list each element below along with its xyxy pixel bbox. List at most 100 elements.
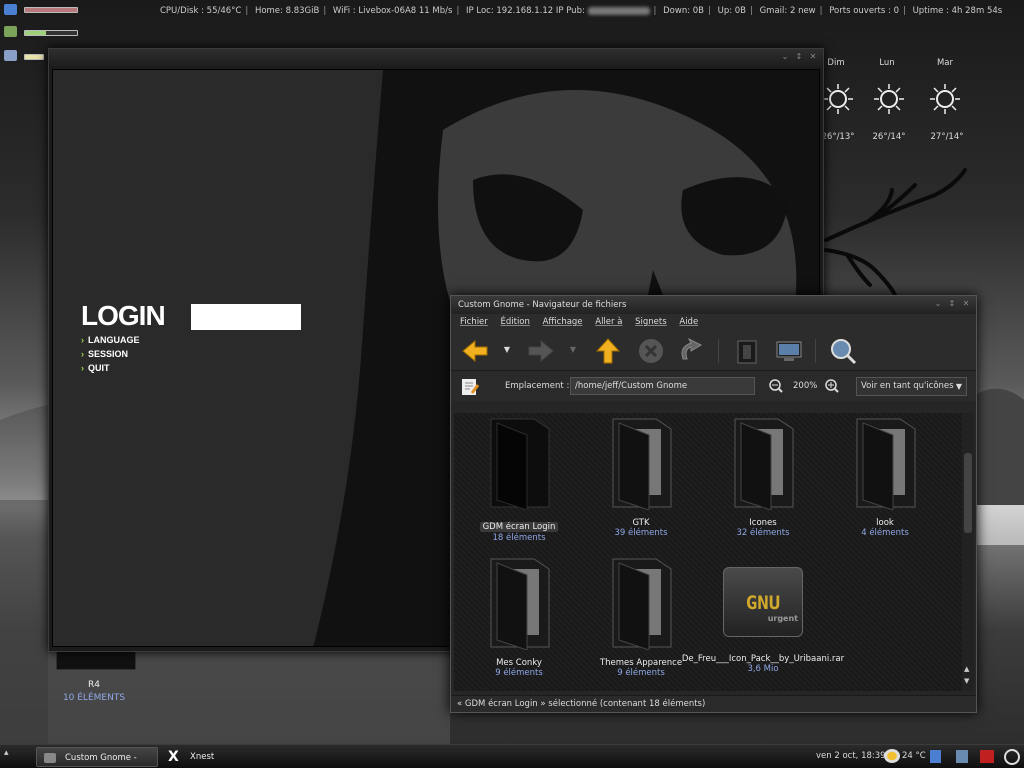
folder-item-look[interactable]: look 4 éléments xyxy=(830,415,940,538)
maximize-button[interactable]: ↕ xyxy=(948,299,956,309)
menu-session-label: SESSION xyxy=(88,349,129,359)
vertical-scrollbar[interactable]: ▲ ▼ xyxy=(962,413,974,691)
dropdown-arrow-icon: ▼ xyxy=(955,382,962,391)
search-icon[interactable] xyxy=(829,337,857,365)
login-input[interactable] xyxy=(191,304,301,330)
disk-meter xyxy=(24,54,44,60)
menu-language[interactable]: › LANGUAGE xyxy=(81,335,140,345)
network-icon[interactable] xyxy=(930,750,941,763)
conky-home: Home: 8.83GiB xyxy=(254,6,320,16)
forward-arrow-icon[interactable] xyxy=(527,337,555,365)
folder-item-icones[interactable]: Icones 32 éléments xyxy=(708,415,818,538)
conky-ports: Ports ouverts : 0 xyxy=(829,6,899,16)
computer-icon xyxy=(4,4,17,15)
minimize-button[interactable]: ⌄ xyxy=(781,52,789,62)
up-arrow-icon[interactable] xyxy=(594,337,622,365)
item-name: look xyxy=(876,518,894,528)
minimize-button[interactable]: ⌄ xyxy=(934,299,942,309)
back-history-dropdown-icon[interactable]: ▼ xyxy=(503,345,511,355)
desktop-folder-label[interactable]: R4 xyxy=(64,680,124,690)
folder-icon xyxy=(734,418,794,511)
location-path-field[interactable]: /home/jeff/Custom Gnome xyxy=(570,377,755,395)
menu-aller[interactable]: Aller à xyxy=(595,317,622,327)
menu-signets[interactable]: Signets xyxy=(635,317,667,327)
view-mode-select[interactable]: Voir en tant qu'icônes ▼ xyxy=(856,377,967,396)
menu-affichage[interactable]: Affichage xyxy=(543,317,583,327)
clock[interactable]: ven 2 oct, 18:39 xyxy=(816,751,886,761)
zoom-in-icon[interactable] xyxy=(825,379,839,393)
scrollbar-thumb[interactable] xyxy=(964,453,972,533)
item-count: 32 éléments xyxy=(736,528,790,538)
forward-history-dropdown-icon[interactable]: ▼ xyxy=(569,345,577,355)
sun-icon xyxy=(930,84,960,114)
conky-gmail: Gmail: 2 new xyxy=(759,6,816,16)
home-folder-icon[interactable] xyxy=(733,337,761,365)
conky-down: Down: 0B xyxy=(663,6,705,16)
stop-icon[interactable] xyxy=(637,337,665,365)
menu-language-label: LANGUAGE xyxy=(88,335,140,345)
item-name: GTK xyxy=(632,518,650,528)
blurred-ip xyxy=(587,6,650,15)
reload-icon[interactable] xyxy=(677,337,705,365)
status-bar: « GDM écran Login » sélectionné (contena… xyxy=(451,695,976,712)
weather-day-3: Mar xyxy=(936,58,954,68)
menu-edition[interactable]: Édition xyxy=(500,317,529,327)
close-button[interactable]: ✕ xyxy=(809,52,817,62)
weather-day-2: Lun xyxy=(879,58,895,68)
folder-item-gdm[interactable]: GDM écran Login 18 éléments xyxy=(464,415,574,543)
zoom-out-icon[interactable] xyxy=(769,379,783,393)
weather-icon[interactable] xyxy=(884,749,900,763)
folder-icon xyxy=(612,418,672,511)
folder-icon xyxy=(612,558,672,651)
folder-icon xyxy=(490,418,550,511)
fm-title: Custom Gnome - Navigateur de fichiers xyxy=(458,300,627,310)
fm-toolbar: ▼ ▼ xyxy=(451,331,976,371)
weather-temp-3: 27°/14° xyxy=(930,132,964,142)
desktop-folder-count: 10 ÉLÉMENTS xyxy=(62,693,126,703)
show-desktop-icon[interactable]: ▴ xyxy=(4,748,30,766)
fm-titlebar[interactable]: Custom Gnome - Navigateur de fichiers ⌄ … xyxy=(451,296,976,314)
icon-view: GDM écran Login 18 éléments GTK 39 éléme… xyxy=(454,413,962,691)
conky-wifi: WiFi : Livebox-06A8 11 Mb/s xyxy=(332,6,453,16)
item-name: Mes Conky xyxy=(496,658,542,668)
menu-aide[interactable]: Aide xyxy=(679,317,698,327)
cpu-meter xyxy=(24,7,78,13)
zoom-level: 200% xyxy=(793,381,818,391)
menu-fichier[interactable]: Fichier xyxy=(460,317,488,327)
fm-menubar: Fichier Édition Affichage Aller à Signet… xyxy=(451,314,976,331)
conky-uptime: Uptime : 4h 28m 54s xyxy=(912,6,1003,16)
task-file-manager[interactable]: Custom Gnome - Nav... xyxy=(36,747,158,767)
conky-ip-local: IP Loc: 192.168.1.12 xyxy=(466,6,554,16)
weather-temp-2: 26°/14° xyxy=(872,132,906,142)
conky-cpu: CPU/Disk : 55/46°C xyxy=(160,6,242,16)
close-button[interactable]: ✕ xyxy=(962,299,970,309)
memory-meter xyxy=(24,30,78,36)
user-icon xyxy=(4,50,17,61)
folder-icon xyxy=(490,558,550,651)
archive-logo-text: GNU xyxy=(745,592,781,614)
scroll-up-arrow-icon[interactable]: ▲ xyxy=(964,665,969,673)
trash-icon[interactable] xyxy=(980,750,994,763)
file-manager-window: Custom Gnome - Navigateur de fichiers ⌄ … xyxy=(450,295,977,713)
desktop: CPU/Disk : 55/46°C | Home: 8.83GiB | WiFi … xyxy=(0,0,1024,768)
folder-item-mes-conky[interactable]: Mes Conky 9 éléments xyxy=(464,555,574,678)
item-count: 3,6 Mio xyxy=(747,664,779,674)
menu-session[interactable]: › SESSION xyxy=(81,349,128,359)
location-label: Emplacement : xyxy=(505,381,570,391)
folder-item-gtk[interactable]: GTK 39 éléments xyxy=(586,415,696,538)
item-count: 39 éléments xyxy=(614,528,668,538)
maximize-button[interactable]: ↕ xyxy=(795,52,803,62)
archive-item-rar[interactable]: GNU urgent De_Freu___Icon_Pack__by_Uriba… xyxy=(678,555,848,674)
power-icon[interactable] xyxy=(1004,749,1020,765)
xnest-titlebar[interactable]: ⌄ ↕ ✕ xyxy=(49,49,823,67)
menu-quit[interactable]: › QUIT xyxy=(81,363,110,373)
computer-icon[interactable] xyxy=(775,337,803,365)
back-arrow-icon[interactable] xyxy=(461,337,489,365)
edit-location-icon[interactable] xyxy=(460,377,480,397)
folder-icon xyxy=(856,418,916,511)
task-xnest[interactable]: X Xnest xyxy=(162,747,252,767)
scroll-down-arrow-icon[interactable]: ▼ xyxy=(964,677,969,685)
volume-icon[interactable] xyxy=(956,750,968,763)
item-count: 18 éléments xyxy=(492,533,546,543)
archive-logo-subtext: urgent xyxy=(767,614,798,623)
